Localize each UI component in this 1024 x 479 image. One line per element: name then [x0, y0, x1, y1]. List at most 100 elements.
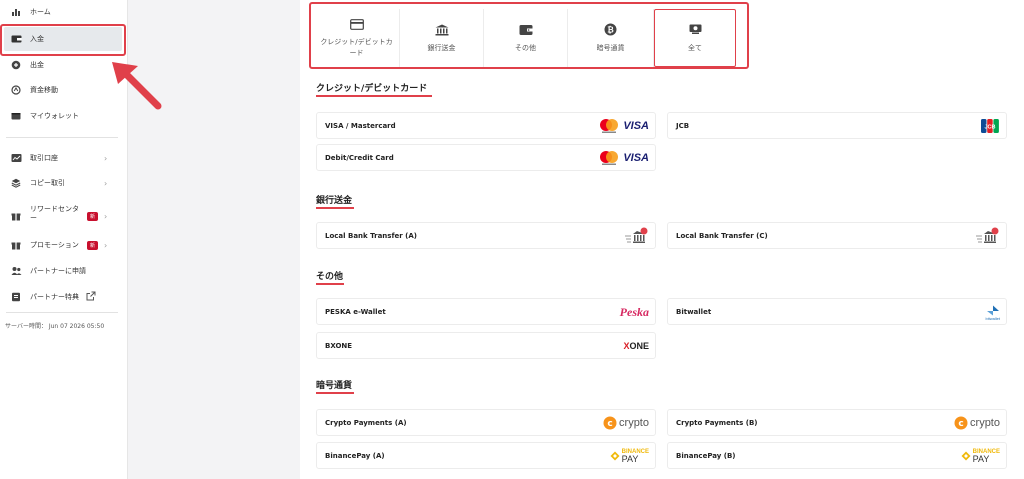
tab-label: その他 [515, 43, 536, 52]
trading-account-icon [10, 152, 22, 164]
tab-crypto[interactable]: ₿ 暗号通貨 [568, 9, 654, 67]
crypto-logo-icon: c crypto [603, 414, 649, 432]
method-name: Bitwallet [676, 307, 712, 316]
sidebar-item-reward-center[interactable]: リワードセンター 新 › [0, 203, 128, 229]
visa-mastercard-logo-icon: VISA [598, 149, 649, 167]
sidebar-item-promotion[interactable]: プロモーション 新 › [0, 233, 128, 257]
bitwallet-logo-icon: bitwallet [986, 303, 1000, 321]
method-name: JCB [676, 121, 690, 130]
wallet-icon [10, 110, 22, 122]
method-card-visa-mastercard[interactable]: VISA / Mastercard VISA [316, 112, 656, 139]
method-card-binancepay-b[interactable]: BinancePay (B) BINANCE PAY [667, 442, 1007, 469]
sidebar-item-label: 出金 [30, 61, 44, 69]
method-card-bxone[interactable]: BXONE XONE [316, 332, 656, 359]
sidebar-item-home[interactable]: ホーム [0, 0, 128, 24]
binance-pay-logo-icon: BINANCE PAY [961, 447, 1000, 465]
wallet-other-icon [519, 23, 533, 37]
method-card-crypto-b[interactable]: Crypto Payments (B) c crypto [667, 409, 1007, 436]
tab-bank[interactable]: 銀行送金 [400, 9, 484, 67]
method-name: Local Bank Transfer (C) [676, 231, 768, 240]
binance-pay-logo-icon: BINANCE PAY [610, 447, 649, 465]
svg-text:₿: ₿ [607, 25, 614, 34]
tab-all[interactable]: 全て [654, 9, 736, 67]
sidebar-item-label: ホーム [30, 8, 51, 16]
chevron-right-icon: › [104, 153, 108, 163]
bxone-logo-icon: XONE [623, 341, 649, 351]
section-title-card: クレジット/デビットカード [316, 84, 428, 94]
section-title-bank: 銀行送金 [316, 196, 353, 206]
chevron-right-icon: › [104, 211, 108, 221]
tab-credit-card[interactable]: クレジット/デビットカード [314, 9, 400, 67]
new-badge: 新 [87, 211, 99, 221]
jcb-logo-icon: JCB [980, 117, 1000, 135]
bank-transfer-icon [623, 227, 649, 245]
sidebar-divider [6, 312, 118, 313]
sidebar-item-label: コピー取引 [30, 179, 65, 187]
method-card-local-bank-c[interactable]: Local Bank Transfer (C) [667, 222, 1007, 249]
chart-icon [10, 6, 22, 18]
sidebar-item-deposit[interactable]: 入金 [0, 27, 128, 51]
svg-text:JCB: JCB [984, 125, 995, 131]
sidebar-item-label: パートナーに申請 [30, 267, 86, 275]
method-card-binancepay-a[interactable]: BinancePay (A) BINANCE PAY [316, 442, 656, 469]
sidebar-item-label: マイウォレット [30, 112, 79, 120]
withdraw-icon [10, 59, 22, 71]
crypto-logo-icon: c crypto [954, 414, 1000, 432]
method-name: BinancePay (B) [676, 451, 736, 460]
sidebar-item-label: リワードセンター [30, 205, 79, 222]
method-name: PESKA e-Wallet [325, 307, 386, 316]
gift-icon [10, 210, 22, 222]
sidebar-item-label: パートナー特典 [30, 293, 79, 301]
svg-text:c: c [607, 419, 612, 429]
tab-label: 暗号通貨 [596, 43, 625, 52]
arrow-annotation-icon [112, 62, 162, 110]
method-card-debit-credit[interactable]: Debit/Credit Card VISA [316, 144, 656, 171]
method-name: Debit/Credit Card [325, 153, 394, 162]
method-card-crypto-a[interactable]: Crypto Payments (A) c crypto [316, 409, 656, 436]
partner-icon [10, 265, 22, 277]
method-card-bitwallet[interactable]: Bitwallet bitwallet [667, 298, 1007, 325]
external-link-icon [86, 291, 96, 303]
tab-label: クレジット/デビットカード [320, 38, 393, 57]
promotion-icon [10, 239, 22, 251]
bank-transfer-icon [974, 227, 1000, 245]
method-card-local-bank-a[interactable]: Local Bank Transfer (A) [316, 222, 656, 249]
tab-label: 全て [688, 43, 702, 52]
main-content: クレジット/デビットカード 銀行送金 その他 ₿ 暗号通貨 全て クレジット/デ… [300, 0, 1024, 479]
method-name: BinancePay (A) [325, 451, 385, 460]
server-time: サーバー時間： Jun 07 2026 05:50 [5, 323, 105, 330]
bitcoin-icon: ₿ [604, 23, 618, 37]
visa-mastercard-logo-icon: VISA [598, 117, 649, 135]
benefit-icon [10, 291, 22, 303]
sidebar-item-trading-account[interactable]: 取引口座 › [0, 146, 128, 170]
method-name: VISA / Mastercard [325, 121, 396, 130]
wallet-deposit-icon [10, 33, 22, 45]
sidebar-item-label: 取引口座 [30, 154, 58, 162]
deposit-tabs: クレジット/デビットカード 銀行送金 その他 ₿ 暗号通貨 全て [310, 3, 748, 69]
section-title-other: その他 [316, 272, 344, 282]
section-underline [316, 207, 354, 209]
sidebar-item-partner-benefit[interactable]: パートナー特典 [0, 285, 128, 309]
method-card-peska[interactable]: PESKA e-Wallet Peska [316, 298, 656, 325]
credit-card-icon [349, 17, 364, 31]
all-icon [688, 23, 702, 37]
copy-trade-icon [10, 177, 22, 189]
sidebar-item-label: 資金移動 [30, 86, 58, 94]
transfer-icon [10, 84, 22, 96]
sidebar-item-label: プロモーション [30, 241, 79, 249]
method-name: Crypto Payments (B) [676, 418, 758, 427]
peska-logo-icon: Peska [619, 304, 649, 319]
bank-icon [435, 23, 449, 37]
new-badge: 新 [87, 240, 99, 250]
sidebar-item-label: 入金 [30, 35, 44, 43]
tab-label: 銀行送金 [427, 43, 456, 52]
chevron-right-icon: › [104, 178, 108, 188]
sidebar-item-partner-apply[interactable]: パートナーに申請 [0, 259, 128, 283]
section-underline [316, 95, 432, 97]
sidebar-item-copy-trade[interactable]: コピー取引 › [0, 171, 128, 195]
chevron-right-icon: › [104, 240, 108, 250]
method-card-jcb[interactable]: JCB JCB [667, 112, 1007, 139]
method-name: BXONE [325, 341, 353, 350]
svg-text:c: c [958, 419, 963, 429]
tab-other[interactable]: その他 [484, 9, 568, 67]
